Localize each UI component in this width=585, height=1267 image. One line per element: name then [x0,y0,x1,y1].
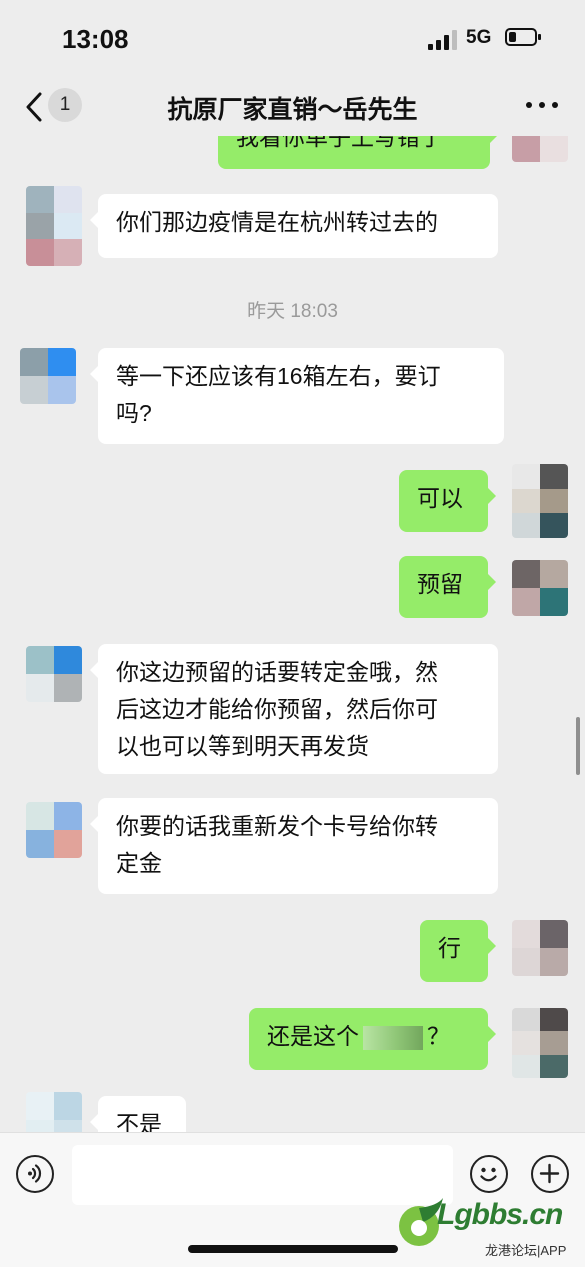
network-type: 5G [466,27,492,48]
my-avatar[interactable] [512,920,568,976]
blurred-card-number [363,1025,423,1050]
message-bubble-received[interactable]: 不是 [90,1096,186,1132]
contact-avatar[interactable] [26,646,82,702]
message-text: 后这边才能给你预留，然后你可 [116,696,438,722]
my-avatar[interactable] [512,560,568,616]
message-bubble-sent[interactable]: 行 [420,920,496,982]
message-text: 定金 [116,850,162,876]
message-text: 可以 [417,485,463,511]
scroll-indicator[interactable] [576,717,580,775]
voice-icon [28,1164,42,1183]
message-text: 你要的话我重新发个卡号给你转 [116,813,438,839]
signal-icon [428,30,458,50]
watermark-brand: Lgbbs.cn [437,1198,563,1231]
unread-badge[interactable]: 1 [48,88,82,122]
status-time: 13:08 [62,24,129,54]
message-text: 预留 [417,571,463,597]
message-text: 还是这个 [267,1023,359,1049]
message-text: 行 [438,935,461,961]
message-text: 我看你单子上写错了 [236,136,443,150]
message-text: 以也可以等到明天再发货 [116,733,369,759]
my-avatar[interactable] [512,464,568,538]
message-bubble-received[interactable]: 你这边预留的话要转定金哦，然 后这边才能给你预留，然后你可 以也可以等到明天再发… [90,644,498,774]
chat-header: 1 抗原厂家直销～岳先生 [0,78,585,136]
message-text: 你们那边疫情是在杭州转过去的 [116,209,438,235]
battery-icon [505,28,541,46]
contact-avatar[interactable] [20,348,76,404]
message-list[interactable]: 我看你单子上写错了 你们那边疫情是在杭州转过去的 昨天 18:03 等一下还应该… [0,136,585,1132]
message-text: ？ [427,1023,450,1049]
voice-input-button[interactable] [16,1155,54,1193]
message-bubble-sent[interactable]: 预留 [399,556,496,618]
message-text: 不是 [116,1111,162,1132]
watermark-subtitle: 龙港论坛|APP [485,1243,567,1258]
more-options-icon[interactable] [526,102,558,112]
contact-avatar[interactable] [26,802,82,858]
site-watermark: Lgbbs.cn 龙港论坛|APP [393,1192,583,1262]
message-bubble-sent[interactable]: 我看你单子上写错了 [218,136,498,169]
message-text: 等一下还应该有16箱左右，要订 [116,363,441,389]
emoji-icon [480,1167,497,1182]
emoji-button[interactable] [470,1155,508,1193]
message-timestamp: 昨天 18:03 [247,301,338,322]
message-bubble-sent[interactable]: 可以 [399,470,496,532]
message-bubble-received[interactable]: 你要的话我重新发个卡号给你转 定金 [90,798,498,894]
message-bubble-sent[interactable]: 还是这个 ？ [249,1008,496,1070]
contact-avatar[interactable] [26,186,82,266]
message-text: 你这边预留的话要转定金哦，然 [116,659,438,685]
message-text: 吗? [116,400,152,426]
chat-title: 抗原厂家直销～岳先生 [167,96,418,124]
contact-avatar[interactable] [26,1092,82,1132]
message-bubble-received[interactable]: 你们那边疫情是在杭州转过去的 [90,194,498,258]
add-more-button[interactable] [531,1155,569,1193]
my-avatar[interactable] [512,136,568,162]
message-bubble-received[interactable]: 等一下还应该有16箱左右，要订 吗? [90,348,504,444]
status-bar: 13:08 5G [0,0,585,78]
my-avatar[interactable] [512,1008,568,1078]
plus-icon [539,1163,560,1184]
home-indicator [188,1245,398,1253]
